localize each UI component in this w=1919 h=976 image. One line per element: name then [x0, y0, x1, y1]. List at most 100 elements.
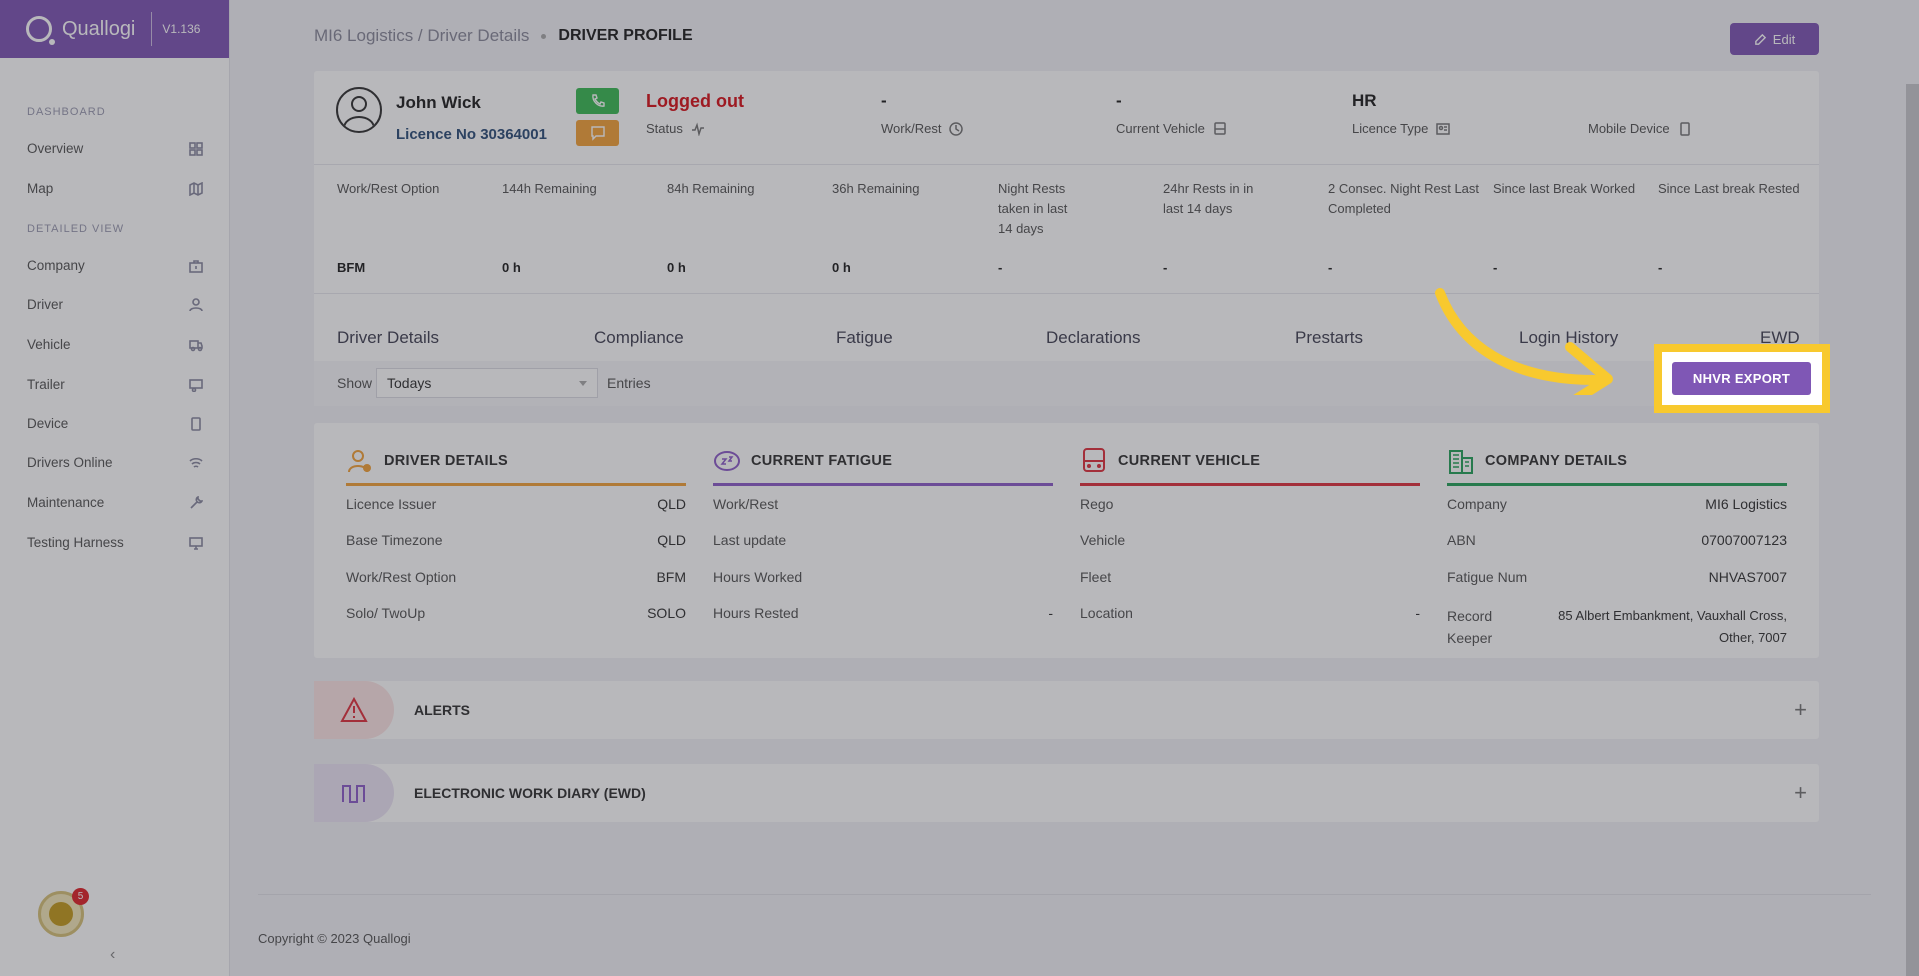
current-vehicle-label: Current Vehicle — [1116, 121, 1205, 136]
sleep-icon — [714, 451, 740, 471]
panel-accent-bar — [713, 483, 1053, 486]
phone-call-icon — [591, 94, 605, 107]
detail-row: Hours Worked — [713, 569, 803, 585]
panel-title: CURRENT VEHICLE — [1118, 453, 1261, 469]
detail-row: Record Keeper 85 Albert Embankment, Vauxh… — [1447, 608, 1787, 646]
expand-icon[interactable]: + — [1794, 697, 1807, 723]
tab-driver-details[interactable]: Driver Details — [337, 328, 439, 348]
stat-value: - — [1328, 260, 1333, 275]
sidebar-item-company[interactable]: Company — [27, 258, 203, 273]
panel-title: CURRENT FATIGUE — [751, 453, 893, 469]
chevron-down-icon — [579, 381, 587, 386]
sidebar: Quallogi V1.136 DASHBOARD Overview Map D… — [0, 0, 230, 976]
current-vehicle-value: - — [1116, 91, 1122, 110]
clock-icon — [949, 121, 964, 136]
message-button[interactable] — [576, 120, 619, 146]
sidebar-item-label: Driver — [27, 297, 63, 312]
nhvr-export-button[interactable]: NHVR EXPORT — [1672, 362, 1811, 395]
breadcrumb: MI6 Logistics / Driver Details DRIVER PR… — [314, 26, 693, 46]
driver-details-panel: DRIVER DETAILS — [346, 423, 686, 486]
phone-icon — [191, 416, 201, 431]
breadcrumb-dot — [541, 33, 547, 39]
detail-row: Company MI6 Logistics — [1447, 496, 1787, 512]
ewd-accordion[interactable]: ELECTRONIC WORK DIARY (EWD) + — [314, 764, 1819, 822]
edit-button[interactable]: Edit — [1730, 23, 1819, 55]
status-label: Status — [646, 121, 683, 136]
sidebar-item-label: Trailer — [27, 377, 65, 392]
divider — [314, 164, 1819, 165]
details-card: DRIVER DETAILS Licence Issuer QLD Base Ti… — [314, 423, 1819, 658]
truck-icon — [189, 339, 203, 351]
scrollbar[interactable] — [1906, 84, 1919, 976]
licence-type-column: HR Licence Type — [1352, 91, 1451, 136]
work-rest-value: - — [881, 91, 887, 110]
sidebar-item-trailer[interactable]: Trailer — [27, 377, 203, 392]
stat-header: 36h Remaining — [832, 181, 920, 196]
map-icon — [189, 181, 203, 196]
detail-row: Solo/ TwoUp SOLO — [346, 605, 686, 621]
stat-value: 0 h — [832, 260, 851, 275]
stat-header: Work/Rest Option — [337, 181, 440, 196]
mobile-device-column: Mobile Device — [1588, 91, 1692, 136]
work-rest-label: Work/Rest — [881, 121, 942, 136]
expand-icon[interactable]: + — [1794, 780, 1807, 806]
tab-fatigue[interactable]: Fatigue — [836, 328, 893, 348]
detail-row: Hours Rested - — [713, 605, 1053, 621]
sidebar-item-map[interactable]: Map — [27, 181, 203, 196]
stat-value: - — [1493, 260, 1498, 275]
edit-icon — [1754, 33, 1766, 45]
sidebar-item-label: Maintenance — [27, 495, 105, 510]
driver-name: John Wick — [396, 93, 481, 112]
user-icon — [189, 297, 203, 311]
collapse-sidebar-icon[interactable]: ‹ — [110, 946, 115, 964]
brand-header[interactable]: Quallogi V1.136 — [0, 0, 229, 58]
company-details-panel: COMPANY DETAILS — [1447, 423, 1787, 486]
work-rest-column: - Work/Rest — [881, 91, 964, 136]
sidebar-item-device[interactable]: Device — [27, 416, 203, 431]
driver-avatar-icon — [336, 87, 382, 133]
version-label: V1.136 — [162, 22, 201, 36]
detail-row: Last update — [713, 532, 787, 548]
sidebar-item-label: Device — [27, 416, 69, 431]
sidebar-item-maintenance[interactable]: Maintenance — [27, 495, 203, 510]
panel-accent-bar — [346, 483, 686, 486]
entries-select-value: Todays — [387, 375, 432, 391]
sidebar-item-label: Vehicle — [27, 337, 71, 352]
tab-compliance[interactable]: Compliance — [594, 328, 684, 348]
tab-declarations[interactable]: Declarations — [1046, 328, 1141, 348]
vehicle-column: - Current Vehicle — [1116, 91, 1227, 136]
stat-header: 144h Remaining — [502, 181, 597, 196]
sidebar-item-label: Map — [27, 181, 54, 196]
licence-number: Licence No 30364001 — [396, 126, 547, 143]
section-dashboard: DASHBOARD — [27, 106, 106, 118]
notification-badge: 5 — [72, 888, 89, 905]
breadcrumb-path[interactable]: MI6 Logistics / Driver Details — [314, 26, 529, 46]
building-icon — [189, 259, 203, 273]
mobile-device-label: Mobile Device — [1588, 121, 1670, 136]
licence-type-value: HR — [1352, 91, 1377, 110]
activity-icon — [691, 121, 704, 136]
stat-header: Since last Break Worked — [1493, 181, 1636, 196]
panel-title: DRIVER DETAILS — [384, 453, 508, 469]
sidebar-item-overview[interactable]: Overview — [27, 141, 203, 156]
sidebar-item-vehicle[interactable]: Vehicle — [27, 337, 203, 352]
sidebar-item-label: Company — [27, 258, 85, 273]
warning-icon — [314, 681, 394, 739]
panel-accent-bar — [1447, 483, 1787, 486]
stat-header: 2 Consec. Night Rest Last Completed — [1328, 181, 1480, 216]
alerts-accordion[interactable]: ALERTS + — [314, 681, 1819, 739]
entries-label: Entries — [607, 375, 651, 391]
tab-prestarts[interactable]: Prestarts — [1295, 328, 1363, 348]
sidebar-item-driver[interactable]: Driver — [27, 297, 203, 312]
detail-row: Work/Rest — [713, 496, 779, 512]
entries-select[interactable]: Todays — [376, 368, 598, 398]
company-building-icon — [1449, 450, 1473, 474]
footer-divider — [258, 894, 1871, 895]
detail-row: Licence Issuer QLD — [346, 496, 686, 512]
wifi-icon — [189, 457, 203, 468]
call-button[interactable] — [576, 88, 619, 114]
tutorial-arrow-icon — [1435, 288, 1613, 395]
sidebar-item-testing-harness[interactable]: Testing Harness — [27, 535, 203, 550]
sidebar-item-drivers-online[interactable]: Drivers Online — [27, 455, 203, 470]
current-vehicle-panel: CURRENT VEHICLE — [1080, 423, 1420, 486]
